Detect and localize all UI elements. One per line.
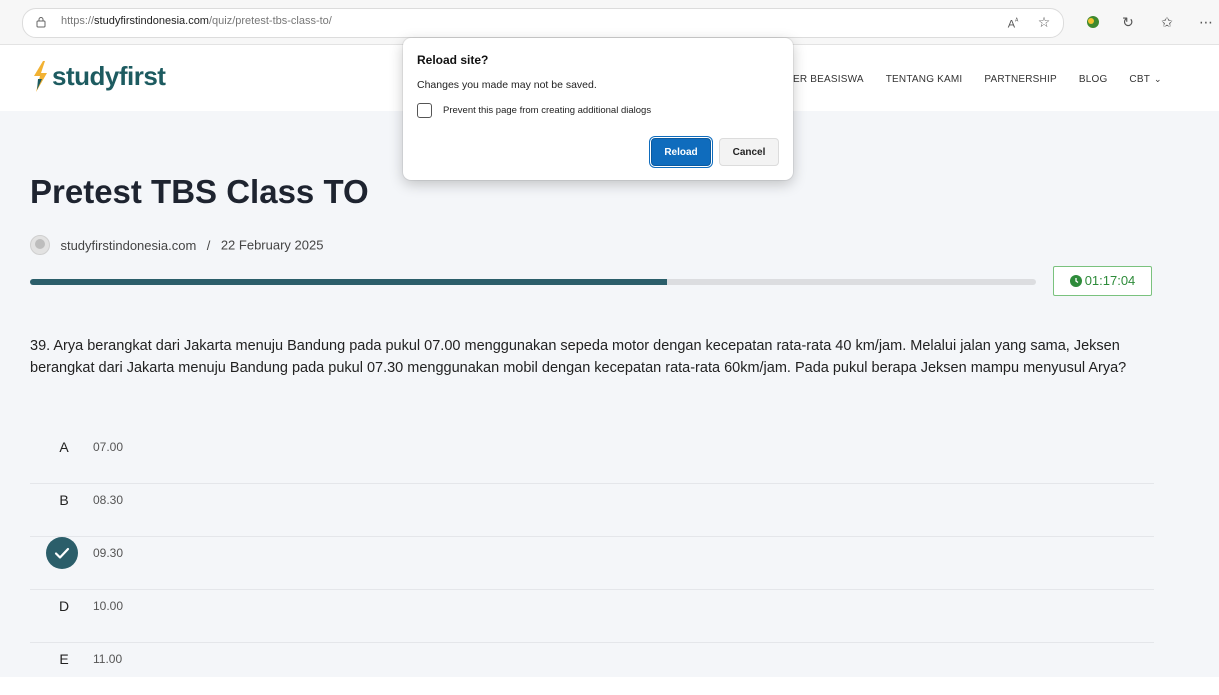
nav-item-partnership[interactable]: PARTNERSHIP bbox=[984, 74, 1056, 85]
prevent-dialogs-label[interactable]: Prevent this page from creating addition… bbox=[443, 105, 651, 116]
chevron-down-icon: ⌄ bbox=[1154, 74, 1162, 84]
option-b[interactable]: B 08.30 bbox=[30, 484, 1154, 537]
address-bar[interactable]: https://studyfirstindonesia.com/quiz/pre… bbox=[22, 8, 1064, 38]
option-a[interactable]: A 07.00 bbox=[30, 431, 1154, 484]
option-c[interactable]: 09.30 bbox=[30, 537, 1154, 590]
extension-icon[interactable] bbox=[1083, 12, 1103, 32]
post-meta: studyfirstindonesia.com / 22 February 20… bbox=[30, 235, 323, 255]
page-title: Pretest TBS Class TO bbox=[30, 173, 369, 210]
read-aloud-icon[interactable]: Aᴬ bbox=[1003, 12, 1023, 32]
option-letter: D bbox=[58, 598, 70, 614]
nav-item-cbt-label: CBT bbox=[1129, 74, 1151, 85]
logo-text: studyfirst bbox=[52, 61, 166, 91]
option-d[interactable]: D 10.00 bbox=[30, 590, 1154, 643]
option-letter: E bbox=[59, 651, 69, 667]
progress-bar bbox=[30, 279, 1036, 285]
dialog-title: Reload site? bbox=[417, 53, 489, 67]
clock-icon bbox=[1069, 275, 1082, 287]
option-value: 10.00 bbox=[93, 599, 124, 613]
timer-text: 01:17:04 bbox=[1084, 273, 1136, 288]
more-icon[interactable]: ⋯ bbox=[1196, 12, 1216, 32]
meta-separator: / bbox=[206, 237, 211, 253]
question-text: 39. Arya berangkat dari Jakarta menuju B… bbox=[30, 338, 1127, 376]
lock-icon[interactable] bbox=[35, 16, 47, 28]
author-name[interactable]: studyfirstindonesia.com bbox=[60, 238, 196, 253]
refresh-icon[interactable]: ↻ bbox=[1118, 12, 1138, 32]
dialog-message: Changes you made may not be saved. bbox=[417, 79, 597, 91]
timer-badge: 01:17:04 bbox=[1053, 266, 1152, 296]
post-date: 22 February 2025 bbox=[220, 237, 324, 253]
main-nav: ER BEASISWA TENTANG KAMI PARTNERSHIP BLOG CB… bbox=[793, 69, 1162, 87]
prevent-dialogs-checkbox[interactable] bbox=[417, 103, 432, 118]
option-e[interactable]: E 11.00 bbox=[30, 643, 1154, 695]
nav-item-blog[interactable]: BLOG bbox=[1079, 74, 1108, 85]
url-text[interactable]: https://studyfirstindonesia.com/quiz/pre… bbox=[61, 15, 332, 27]
answer-options: A 07.00 B 08.30 09.30 D 10.00 E 11.00 bbox=[30, 431, 1154, 695]
nav-item-cbt[interactable]: CBT ⌄ bbox=[1129, 74, 1161, 85]
favorites-icon[interactable]: ✩ bbox=[1157, 12, 1177, 32]
option-value: 07.00 bbox=[93, 440, 124, 454]
bolt-icon bbox=[34, 61, 47, 92]
reload-dialog: Reload site? Changes you made may not be… bbox=[403, 38, 793, 180]
avatar bbox=[30, 235, 50, 255]
nav-item-beasiswa[interactable]: ER BEASISWA bbox=[793, 74, 864, 85]
favorite-star-icon[interactable]: ☆ bbox=[1034, 12, 1054, 32]
cancel-button[interactable]: Cancel bbox=[719, 138, 779, 166]
option-value: 11.00 bbox=[93, 652, 123, 666]
nav-item-tentang-kami[interactable]: TENTANG KAMI bbox=[886, 74, 963, 85]
option-value: 08.30 bbox=[93, 493, 124, 507]
reload-button[interactable]: Reload bbox=[651, 138, 711, 166]
option-letter: A bbox=[59, 439, 69, 455]
checkmark-icon bbox=[46, 537, 78, 569]
option-letter: B bbox=[59, 492, 69, 508]
option-value: 09.30 bbox=[93, 546, 124, 560]
progress-fill bbox=[30, 279, 667, 285]
quiz-content: Pretest TBS Class TO studyfirstindonesia… bbox=[0, 111, 1219, 677]
